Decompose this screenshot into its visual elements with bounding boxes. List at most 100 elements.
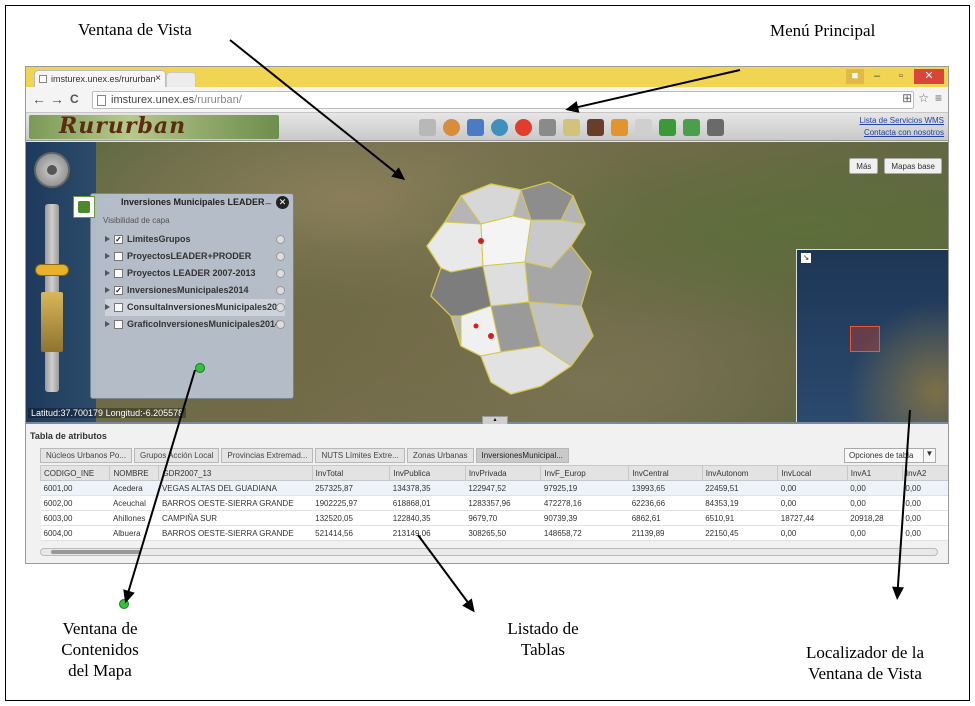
collapse-arrow-icon[interactable]: ↘ xyxy=(801,253,811,263)
base-maps-button[interactable]: Mapas base xyxy=(884,158,942,174)
url-input[interactable]: imsturex.unex.es/rururban/ xyxy=(92,91,914,109)
layer-label: ConsultaInversionesMunicipales20 xyxy=(127,302,278,312)
maximize-icon[interactable]: ▫ xyxy=(890,69,912,84)
layer-checkbox[interactable] xyxy=(114,269,123,278)
expand-icon[interactable] xyxy=(105,270,110,276)
annotation-arrowhead xyxy=(891,586,904,601)
layer-checkbox[interactable] xyxy=(114,303,123,312)
layer-options-icon[interactable] xyxy=(276,252,285,261)
annotation-line: Ventana de xyxy=(62,619,138,638)
expand-icon[interactable] xyxy=(105,321,110,327)
star-icon[interactable]: ☆ xyxy=(918,91,929,105)
info-icon[interactable] xyxy=(635,118,652,136)
layer-label: ProyectosLEADER+PRODER xyxy=(127,251,252,261)
scrollbar-thumb[interactable] xyxy=(51,550,141,554)
table-cell: 257325,87 xyxy=(312,480,390,496)
view-extent-indicator[interactable] xyxy=(850,326,880,352)
layer-checkbox[interactable] xyxy=(114,252,123,261)
overview-map[interactable]: ↘ xyxy=(796,249,948,422)
zoom-slider-handle[interactable] xyxy=(35,264,69,276)
drawing-icon[interactable] xyxy=(563,118,580,136)
column-header[interactable]: InvPublica xyxy=(389,465,466,481)
address-bar: ← → C imsturex.unex.es/rururban/ ⊞ ☆ ≡ xyxy=(26,87,948,113)
column-header[interactable]: InvLocal xyxy=(777,465,848,481)
print-icon[interactable] xyxy=(611,118,628,136)
table-row[interactable]: 6002,00 Aceuchal BARROS OESTE-SIERRA GRAND… xyxy=(40,495,948,511)
table-options-select[interactable]: Opciones de tabla ▼ xyxy=(844,448,936,463)
map-view[interactable]: Latitud:37.700179 Longitud:-6.205578 Más… xyxy=(26,142,948,422)
collapse-panel-icon[interactable]: ▴ xyxy=(482,416,508,424)
minimize-icon[interactable]: _ xyxy=(265,194,271,205)
list-icon[interactable] xyxy=(419,118,436,136)
layer-options-icon[interactable] xyxy=(276,303,285,312)
table-tab[interactable]: Núcleos Urbanos Po... xyxy=(40,448,133,463)
column-header[interactable]: GDR2007_13 xyxy=(158,465,313,481)
pan-control[interactable] xyxy=(34,152,70,188)
layer-checkbox[interactable] xyxy=(114,320,123,329)
column-header[interactable]: InvF_Europ xyxy=(540,465,630,481)
layer-options-icon[interactable] xyxy=(276,235,285,244)
expand-icon[interactable] xyxy=(105,253,110,259)
table-tab-active[interactable]: InversionesMunicipal... xyxy=(475,448,569,463)
minimize-icon[interactable]: – xyxy=(866,69,888,84)
layer-checkbox[interactable]: ✓ xyxy=(114,235,123,244)
target-icon[interactable] xyxy=(515,118,532,136)
wms-services-link[interactable]: Lista de Servicios WMS xyxy=(860,115,944,127)
browser-tab[interactable]: imsturex.unex.es/rururban × xyxy=(34,70,166,87)
table-row[interactable]: 6003,00 Ahillones CAMPIÑA SUR 132520,05 1228… xyxy=(40,510,948,526)
column-header[interactable]: InvAutonom xyxy=(701,465,779,481)
main-menu-toolbar xyxy=(419,117,724,137)
layer-item[interactable]: ✓ LimitesGrupos xyxy=(105,231,285,248)
table-cell: 0,00 xyxy=(777,480,848,496)
column-header[interactable]: InvCentral xyxy=(628,465,703,481)
table-tab[interactable]: Grupos Acción Local xyxy=(134,448,220,463)
close-window-icon[interactable]: ✕ xyxy=(914,69,944,84)
translate-icon[interactable]: ⊞ xyxy=(902,91,912,105)
close-tab-icon[interactable]: × xyxy=(155,73,161,84)
layer-item[interactable]: GraficoInversionesMunicipales2014 xyxy=(105,316,285,333)
contact-link[interactable]: Contacta con nosotros xyxy=(860,127,944,139)
settings-icon[interactable] xyxy=(707,118,724,136)
layer-item[interactable]: ConsultaInversionesMunicipales20 xyxy=(105,299,285,316)
column-header[interactable]: CODIGO_INE xyxy=(39,465,111,481)
route-icon[interactable] xyxy=(587,118,604,136)
table-row[interactable]: 6001,00 Acedera VEGAS ALTAS DEL GUADIANA 25… xyxy=(40,480,948,496)
layer-options-icon[interactable] xyxy=(276,286,285,295)
column-header[interactable]: InvPrivada xyxy=(464,465,542,481)
layer-options-icon[interactable] xyxy=(276,320,285,329)
layer-checkbox[interactable]: ✓ xyxy=(114,286,123,295)
expand-icon[interactable] xyxy=(105,287,110,293)
people-icon[interactable] xyxy=(443,118,460,136)
table-cell: 0,00 xyxy=(902,525,948,541)
chart-icon[interactable] xyxy=(659,118,676,136)
new-tab-button[interactable] xyxy=(166,72,196,87)
table-tab[interactable]: NUTS Límites Extre... xyxy=(315,448,405,463)
measure-icon[interactable] xyxy=(539,118,556,136)
layer-item[interactable]: ✓ InversionesMunicipales2014 xyxy=(105,282,285,299)
table-row[interactable]: 6004,00 Albuera BARROS OESTE-SIERRA GRANDE… xyxy=(40,525,948,541)
column-header[interactable]: NOMBRE xyxy=(109,465,160,481)
user-icon[interactable]: ■ xyxy=(846,69,864,84)
table-cell: 618868,01 xyxy=(389,495,466,511)
more-button[interactable]: Más xyxy=(849,158,879,174)
globe-icon[interactable] xyxy=(491,118,508,136)
table-tab[interactable]: Zonas Urbanas xyxy=(406,448,474,463)
layer-item[interactable]: ProyectosLEADER+PRODER xyxy=(105,248,285,265)
forward-button[interactable]: → xyxy=(50,92,64,106)
column-header[interactable]: InvA2 xyxy=(901,465,948,481)
extremadura-region[interactable] xyxy=(421,176,599,400)
export-icon[interactable] xyxy=(683,118,700,136)
table-tab[interactable]: Provincias Extremad... xyxy=(221,448,314,463)
layer-options-icon[interactable] xyxy=(276,269,285,278)
column-header[interactable]: InvA1 xyxy=(846,465,903,481)
back-button[interactable]: ← xyxy=(32,92,46,106)
layer-item[interactable]: Proyectos LEADER 2007-2013 xyxy=(105,265,285,282)
column-header[interactable]: InvTotal xyxy=(311,465,391,481)
horizontal-scrollbar[interactable] xyxy=(40,548,938,556)
close-icon[interactable]: ✕ xyxy=(276,196,289,209)
expand-icon[interactable] xyxy=(105,236,110,242)
menu-icon[interactable]: ≡ xyxy=(935,91,942,105)
vehicles-icon[interactable] xyxy=(467,118,484,136)
expand-icon[interactable] xyxy=(105,304,110,310)
reload-button[interactable]: C xyxy=(70,92,79,106)
